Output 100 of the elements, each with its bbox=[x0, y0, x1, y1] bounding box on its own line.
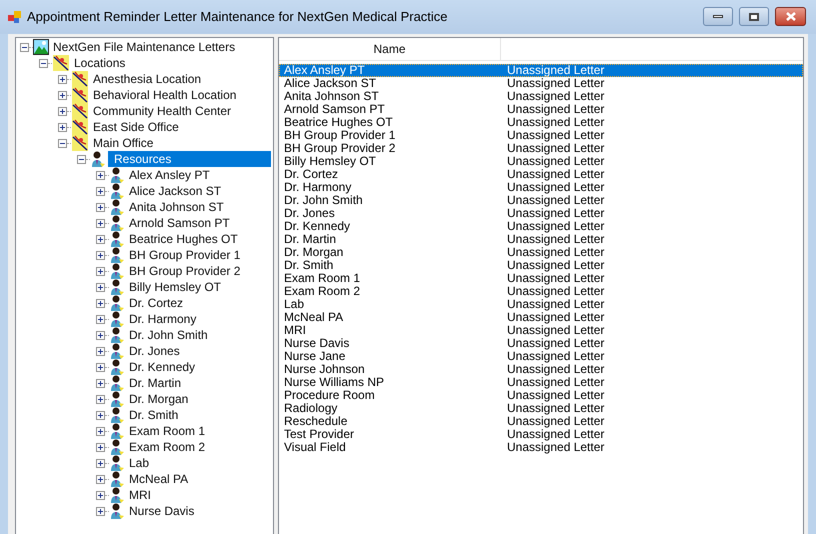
list-row[interactable]: Anita Johnson ST Unassigned Letter bbox=[279, 90, 803, 103]
list-row[interactable]: McNeal PA Unassigned Letter bbox=[279, 311, 803, 324]
tree-item[interactable]: Arnold Samson PT bbox=[127, 215, 232, 231]
expand-toggle[interactable] bbox=[58, 74, 67, 84]
list-row[interactable]: Dr. Harmony Unassigned Letter bbox=[279, 181, 803, 194]
expand-toggle[interactable] bbox=[96, 218, 105, 228]
list-row[interactable]: Dr. Martin Unassigned Letter bbox=[279, 233, 803, 246]
expand-toggle[interactable] bbox=[96, 458, 105, 468]
list-row[interactable]: Billy Hemsley OT Unassigned Letter bbox=[279, 155, 803, 168]
expand-toggle[interactable] bbox=[58, 90, 67, 100]
tree-item[interactable]: Dr. Smith bbox=[127, 407, 180, 423]
list-row[interactable]: Dr. John Smith Unassigned Letter bbox=[279, 194, 803, 207]
column-header[interactable]: Name bbox=[279, 38, 501, 60]
expand-toggle[interactable] bbox=[96, 234, 105, 244]
list-row[interactable]: BH Group Provider 1 Unassigned Letter bbox=[279, 129, 803, 142]
list-row[interactable]: Procedure Room Unassigned Letter bbox=[279, 389, 803, 402]
expand-toggle[interactable] bbox=[96, 506, 105, 516]
list-row[interactable]: Beatrice Hughes OT Unassigned Letter bbox=[279, 116, 803, 129]
person-icon bbox=[109, 310, 125, 328]
table-cell-text: Dr. John Smith bbox=[283, 194, 364, 207]
minimize-button[interactable] bbox=[703, 7, 733, 26]
collapse-toggle[interactable] bbox=[77, 154, 86, 164]
person-icon bbox=[90, 150, 106, 168]
tree-item[interactable]: Community Health Center bbox=[91, 103, 234, 119]
list-row[interactable]: Radiology Unassigned Letter bbox=[279, 402, 803, 415]
tree-item[interactable]: Dr. Cortez bbox=[127, 295, 186, 311]
tree-item[interactable]: Lab bbox=[127, 455, 152, 471]
list-row[interactable]: Dr. Morgan Unassigned Letter bbox=[279, 246, 803, 259]
tree-item[interactable]: Main Office bbox=[91, 135, 156, 151]
expand-toggle[interactable] bbox=[58, 106, 67, 116]
tree-item[interactable]: NextGen File Maintenance Letters bbox=[51, 39, 238, 55]
tree-item[interactable]: Billy Hemsley OT bbox=[127, 279, 224, 295]
list-row[interactable]: Dr. Smith Unassigned Letter bbox=[279, 259, 803, 272]
close-button[interactable] bbox=[775, 7, 806, 26]
list-row[interactable]: Dr. Kennedy Unassigned Letter bbox=[279, 220, 803, 233]
tree-item[interactable]: Nurse Davis bbox=[127, 503, 196, 519]
tree-item[interactable]: McNeal PA bbox=[127, 471, 190, 487]
tree-item[interactable]: Alice Jackson ST bbox=[127, 183, 224, 199]
list-row[interactable]: Nurse Jane Unassigned Letter bbox=[279, 350, 803, 363]
tree-item[interactable]: MRI bbox=[127, 487, 153, 503]
expand-toggle[interactable] bbox=[96, 298, 105, 308]
collapse-toggle[interactable] bbox=[20, 42, 29, 52]
expand-toggle[interactable] bbox=[96, 314, 105, 324]
tree-item[interactable]: Alex Ansley PT bbox=[127, 167, 212, 183]
list-row[interactable]: Dr. Jones Unassigned Letter bbox=[279, 207, 803, 220]
tree-item[interactable]: East Side Office bbox=[91, 119, 181, 135]
expand-toggle[interactable] bbox=[96, 250, 105, 260]
tree-item[interactable]: Exam Room 1 bbox=[127, 423, 208, 439]
expand-toggle[interactable] bbox=[96, 282, 105, 292]
expand-toggle[interactable] bbox=[96, 266, 105, 276]
list-row[interactable]: Arnold Samson PT Unassigned Letter bbox=[279, 103, 803, 116]
expand-toggle[interactable] bbox=[96, 442, 105, 452]
table-cell-text: Unassigned Letter bbox=[506, 311, 604, 324]
tree-item[interactable]: Anesthesia Location bbox=[91, 71, 204, 87]
list-row[interactable]: Lab Unassigned Letter bbox=[279, 298, 803, 311]
table-cell-text: Anita Johnson ST bbox=[283, 90, 380, 103]
tree-item[interactable]: Resources bbox=[108, 151, 271, 167]
table-cell-text: Nurse Jane bbox=[283, 350, 346, 363]
list-row[interactable]: BH Group Provider 2 Unassigned Letter bbox=[279, 142, 803, 155]
tree-item[interactable]: BH Group Provider 1 bbox=[127, 247, 242, 263]
expand-toggle[interactable] bbox=[96, 490, 105, 500]
list-row[interactable]: Alice Jackson ST Unassigned Letter bbox=[279, 77, 803, 90]
expand-toggle[interactable] bbox=[96, 346, 105, 356]
list-row[interactable]: Alex Ansley PT Unassigned Letter bbox=[279, 64, 803, 77]
list-row[interactable]: Nurse Johnson Unassigned Letter bbox=[279, 363, 803, 376]
maximize-button[interactable] bbox=[739, 7, 769, 26]
expand-toggle[interactable] bbox=[96, 170, 105, 180]
tree-item[interactable]: Dr. Morgan bbox=[127, 391, 190, 407]
list-row[interactable]: Exam Room 1 Unassigned Letter bbox=[279, 272, 803, 285]
list-row[interactable]: Visual Field Unassigned Letter bbox=[279, 441, 803, 454]
list-row[interactable]: Dr. Cortez Unassigned Letter bbox=[279, 168, 803, 181]
list-row[interactable]: Nurse Davis Unassigned Letter bbox=[279, 337, 803, 350]
expand-toggle[interactable] bbox=[96, 362, 105, 372]
tree-item[interactable]: Dr. Harmony bbox=[127, 311, 198, 327]
list-row[interactable]: Reschedule Unassigned Letter bbox=[279, 415, 803, 428]
expand-toggle[interactable] bbox=[96, 378, 105, 388]
tree-item[interactable]: Dr. John Smith bbox=[127, 327, 210, 343]
collapse-toggle[interactable] bbox=[58, 138, 67, 148]
tree-item[interactable]: Exam Room 2 bbox=[127, 439, 208, 455]
tree-item[interactable]: Anita Johnson ST bbox=[127, 199, 226, 215]
tree-item[interactable]: Behavioral Health Location bbox=[91, 87, 238, 103]
list-row[interactable]: Nurse Williams NP Unassigned Letter bbox=[279, 376, 803, 389]
expand-toggle[interactable] bbox=[96, 394, 105, 404]
tree-item[interactable]: Dr. Kennedy bbox=[127, 359, 198, 375]
expand-toggle[interactable] bbox=[96, 186, 105, 196]
expand-toggle[interactable] bbox=[96, 474, 105, 484]
expand-toggle[interactable] bbox=[58, 122, 67, 132]
tree-item[interactable]: Dr. Martin bbox=[127, 375, 184, 391]
expand-toggle[interactable] bbox=[96, 202, 105, 212]
expand-toggle[interactable] bbox=[96, 330, 105, 340]
tree-item[interactable]: Dr. Jones bbox=[127, 343, 182, 359]
list-row[interactable]: MRI Unassigned Letter bbox=[279, 324, 803, 337]
expand-toggle[interactable] bbox=[96, 426, 105, 436]
expand-toggle[interactable] bbox=[96, 410, 105, 420]
collapse-toggle[interactable] bbox=[39, 58, 48, 68]
tree-item[interactable]: Beatrice Hughes OT bbox=[127, 231, 240, 247]
tree-item[interactable]: BH Group Provider 2 bbox=[127, 263, 242, 279]
list-row[interactable]: Test Provider Unassigned Letter bbox=[279, 428, 803, 441]
list-row[interactable]: Exam Room 2 Unassigned Letter bbox=[279, 285, 803, 298]
tree-item[interactable]: Locations bbox=[72, 55, 128, 71]
